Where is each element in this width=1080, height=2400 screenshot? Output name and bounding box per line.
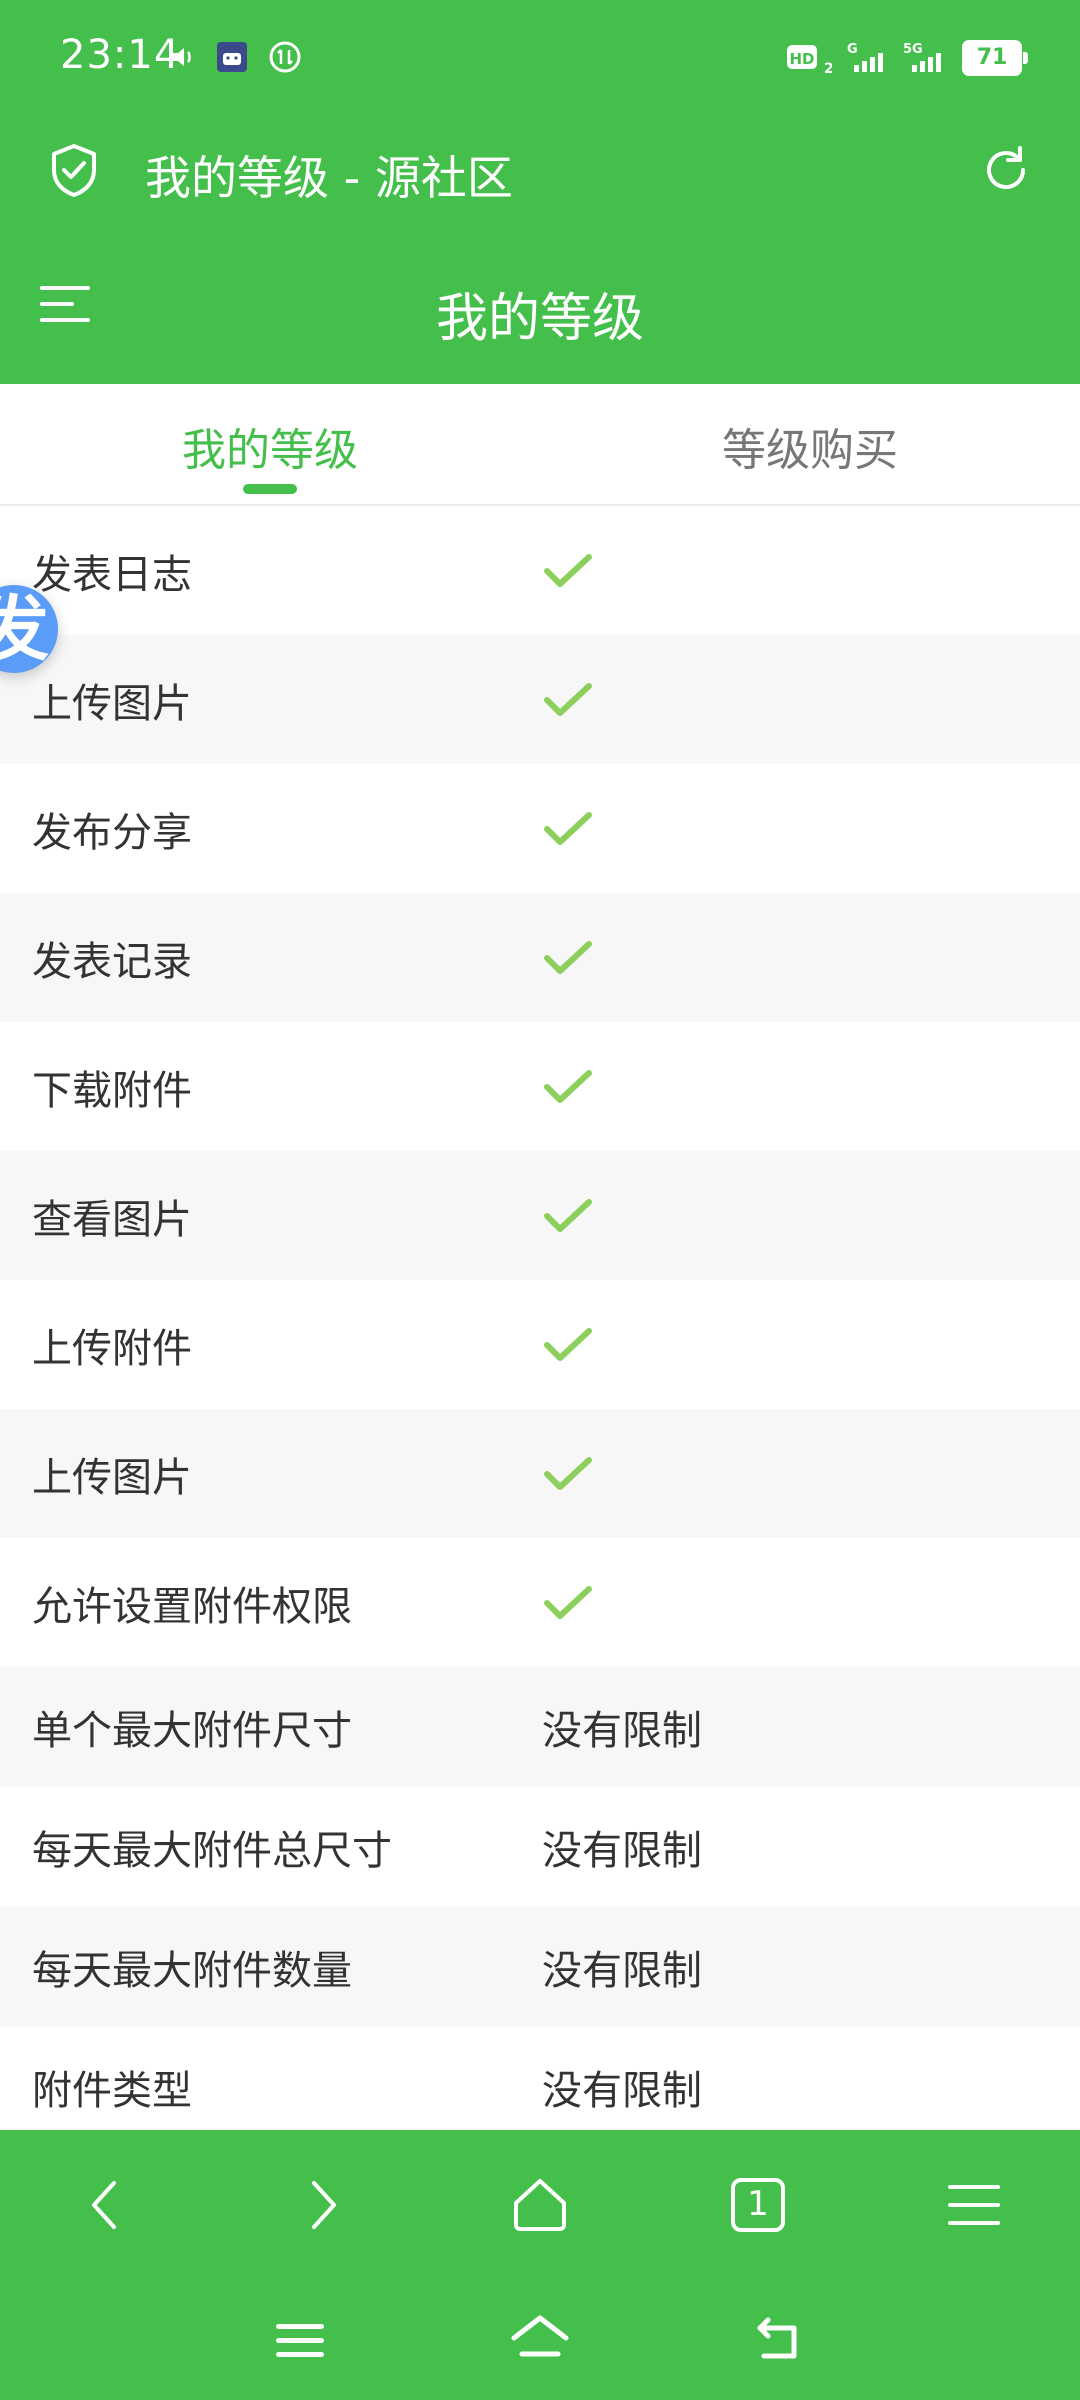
- page-title: 我的等级: [435, 289, 644, 349]
- data-saver-icon: [269, 41, 301, 73]
- permission-label: 发布分享: [32, 809, 192, 856]
- permission-row: 发布分享: [0, 764, 1080, 893]
- permission-row: 上传图片: [0, 635, 1080, 764]
- page-header: 我的等级: [0, 226, 1080, 384]
- tab-bar: 我的等级 等级购买: [0, 384, 1080, 506]
- system-menu-icon[interactable]: [270, 2310, 330, 2370]
- permission-label: 每天最大附件数量: [32, 1948, 352, 1994]
- permission-label: 单个最大附件尺寸: [32, 1708, 352, 1754]
- permission-row: 下载附件: [0, 1022, 1080, 1151]
- permission-label: 发表记录: [32, 938, 192, 985]
- check-icon: [544, 1069, 592, 1103]
- tabs-button[interactable]: 1: [728, 2175, 788, 2235]
- more-menu-icon[interactable]: [944, 2175, 1004, 2235]
- permission-value: 没有限制: [542, 2068, 702, 2114]
- check-icon: [544, 553, 592, 587]
- status-time: 23:14: [60, 32, 181, 78]
- check-icon: [544, 1198, 592, 1232]
- permission-row: 上传图片: [0, 1409, 1080, 1538]
- tab-count: 1: [747, 2184, 769, 2224]
- permission-list: 发表日志 上传图片 发布分享 发表记录 下载附件 查看图片 上传附件 上传图片 允许设置附件权限…: [0, 506, 1080, 2147]
- permission-row: 单个最大附件尺寸 没有限制: [0, 1667, 1080, 1787]
- permission-label: 附件类型: [32, 2068, 192, 2114]
- volume-icon: [173, 48, 191, 66]
- check-icon: [544, 1327, 592, 1361]
- permission-row: 上传附件: [0, 1280, 1080, 1409]
- permission-row: 查看图片: [0, 1151, 1080, 1280]
- check-icon: [544, 940, 592, 974]
- permission-value: 没有限制: [542, 1708, 702, 1754]
- battery-indicator: 71: [962, 40, 1028, 76]
- back-icon[interactable]: [76, 2175, 136, 2235]
- permission-row: 每天最大附件总尺寸 没有限制: [0, 1787, 1080, 1907]
- permission-label: 上传附件: [32, 1325, 192, 1372]
- permission-label: 上传图片: [32, 1454, 192, 1501]
- permission-row: 附件类型 没有限制: [0, 2027, 1080, 2147]
- tab-level-purchase[interactable]: 等级购买: [540, 414, 1080, 478]
- active-tab-indicator: [243, 484, 297, 494]
- browser-title-bar: 我的等级 - 源社区: [0, 118, 1080, 226]
- svg-text:5G: 5G: [903, 42, 923, 57]
- check-icon: [544, 1456, 592, 1490]
- permission-value: 没有限制: [542, 1948, 702, 1994]
- permission-label: 查看图片: [32, 1196, 192, 1243]
- status-icons-right: HD 2 G 5G 71: [786, 40, 1028, 76]
- check-icon: [544, 811, 592, 845]
- forward-icon[interactable]: [292, 2175, 352, 2235]
- check-icon: [544, 1585, 592, 1619]
- android-app-icon: [217, 42, 247, 72]
- permission-label: 发表日志: [32, 551, 192, 598]
- svg-text:HD: HD: [789, 50, 814, 68]
- system-nav-bar: [0, 2280, 1080, 2400]
- permission-row: 允许设置附件权限: [0, 1538, 1080, 1667]
- status-bar: 23:14 HD 2 G 5G 71: [0, 0, 1080, 118]
- signal-g-icon: G: [847, 42, 883, 72]
- refresh-icon[interactable]: [976, 140, 1036, 200]
- permission-label: 上传图片: [32, 680, 192, 727]
- permission-row: 每天最大附件数量 没有限制: [0, 1907, 1080, 2027]
- tab-my-level[interactable]: 我的等级: [0, 414, 540, 478]
- signal-5g-icon: 5G: [903, 42, 941, 72]
- browser-toolbar: 1: [0, 2130, 1080, 2280]
- permission-row: 发表日志: [0, 506, 1080, 635]
- page-url-title[interactable]: 我的等级 - 源社区: [145, 142, 513, 208]
- status-icons-left: [170, 40, 302, 74]
- permission-label: 每天最大附件总尺寸: [32, 1828, 392, 1874]
- check-icon: [544, 682, 592, 716]
- permission-value: 没有限制: [542, 1828, 702, 1874]
- svg-text:2: 2: [824, 61, 832, 75]
- home-icon[interactable]: [510, 2175, 570, 2235]
- permission-label: 允许设置附件权限: [32, 1583, 352, 1630]
- hd-icon: HD 2: [787, 45, 832, 75]
- system-home-icon[interactable]: [510, 2310, 570, 2370]
- svg-text:G: G: [847, 42, 858, 57]
- permission-row: 发表记录: [0, 893, 1080, 1022]
- shield-check-icon[interactable]: [44, 140, 104, 200]
- permission-label: 下载附件: [32, 1067, 192, 1114]
- system-back-icon[interactable]: [750, 2310, 810, 2370]
